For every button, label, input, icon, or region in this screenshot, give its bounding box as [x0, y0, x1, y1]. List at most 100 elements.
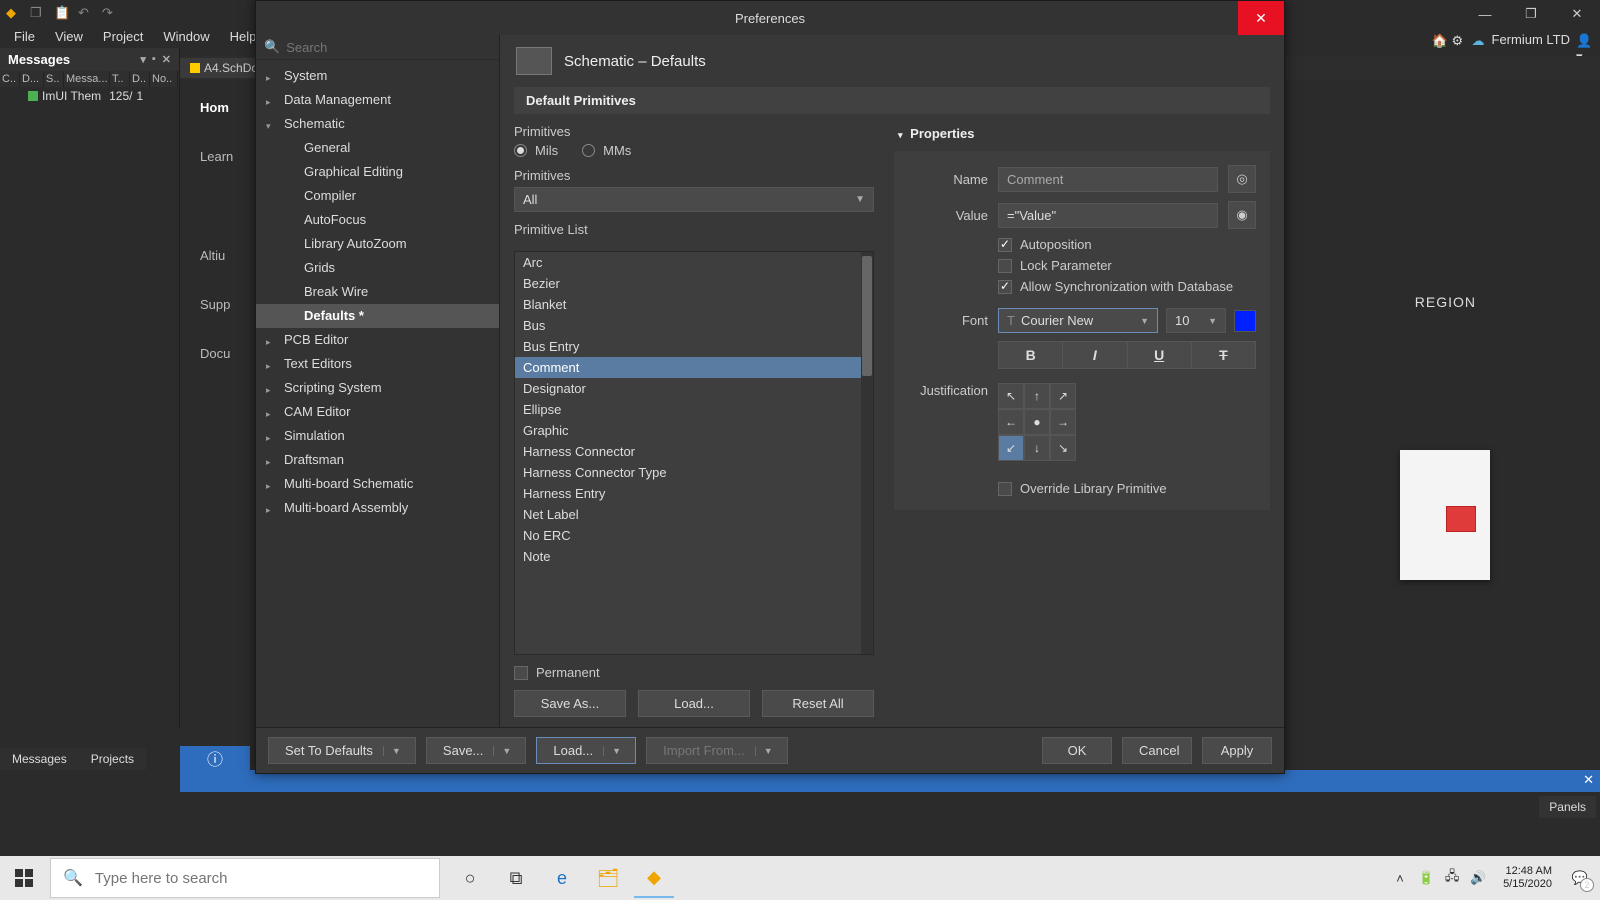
name-input[interactable]: Comment: [998, 167, 1218, 192]
allow-sync-checkbox[interactable]: [998, 280, 1012, 294]
tray-overflow-icon[interactable]: ˄: [1389, 858, 1411, 898]
tree-scripting-system[interactable]: ▸Scripting System: [256, 376, 499, 400]
reset-all-button[interactable]: Reset All: [762, 690, 874, 717]
col-t[interactable]: T..: [110, 71, 130, 87]
tree-data-management[interactable]: ▸Data Management: [256, 88, 499, 112]
set-to-defaults-button[interactable]: Set To Defaults▼: [268, 737, 416, 764]
col-message[interactable]: Messa...: [64, 71, 110, 87]
tree-schematic-autofocus[interactable]: AutoFocus: [256, 208, 499, 232]
just-top-right[interactable]: ↗: [1050, 383, 1076, 409]
tree-multiboard-schematic[interactable]: ▸Multi-board Schematic: [256, 472, 499, 496]
taskbar-clock[interactable]: 12:48 AM 5/15/2020: [1495, 865, 1560, 891]
gear-icon[interactable]: ⚙: [1452, 33, 1466, 47]
search-box[interactable]: 🔍: [256, 35, 499, 60]
radio-mms-input[interactable]: [582, 144, 595, 157]
bottom-tab-projects[interactable]: Projects: [79, 748, 146, 770]
list-item[interactable]: Designator: [515, 378, 873, 399]
footer-save-button[interactable]: Save...▼: [426, 737, 526, 764]
tree-multiboard-assembly[interactable]: ▸Multi-board Assembly: [256, 496, 499, 520]
just-bottom-left[interactable]: ↙: [998, 435, 1024, 461]
edge-icon[interactable]: e: [542, 858, 582, 898]
undo-icon[interactable]: ↶: [78, 5, 92, 19]
info-strip[interactable]: ⓘ: [180, 746, 250, 770]
list-item[interactable]: No ERC: [515, 525, 873, 546]
tree-system[interactable]: ▸System: [256, 64, 499, 88]
permanent-checkbox-row[interactable]: Permanent: [514, 665, 874, 680]
redo-icon[interactable]: ↷: [102, 5, 116, 19]
tree-draftsman[interactable]: ▸Draftsman: [256, 448, 499, 472]
underline-button[interactable]: U: [1127, 341, 1191, 369]
tree-schematic[interactable]: ▾Schematic: [256, 112, 499, 136]
tree-schematic-compiler[interactable]: Compiler: [256, 184, 499, 208]
list-item[interactable]: Ellipse: [515, 399, 873, 420]
list-item[interactable]: Bezier: [515, 273, 873, 294]
allow-sync-row[interactable]: Allow Synchronization with Database: [998, 279, 1256, 294]
menu-file[interactable]: File: [4, 27, 45, 46]
bold-button[interactable]: B: [998, 341, 1062, 369]
lock-parameter-row[interactable]: Lock Parameter: [998, 258, 1256, 273]
list-item-selected[interactable]: Comment: [515, 357, 873, 378]
bottom-tab-messages[interactable]: Messages: [0, 748, 79, 770]
tree-pcb-editor[interactable]: ▸PCB Editor: [256, 328, 499, 352]
banner-close-icon[interactable]: ✕: [1583, 772, 1594, 788]
scrollbar-thumb[interactable]: [862, 256, 872, 376]
taskbar-search[interactable]: 🔍: [50, 858, 440, 898]
radio-mils[interactable]: Mils: [514, 143, 558, 158]
taskbar-search-input[interactable]: [95, 870, 427, 887]
network-icon[interactable]: 🖧: [1441, 858, 1463, 898]
dialog-close-button[interactable]: ✕: [1238, 1, 1284, 35]
list-item[interactable]: Note: [515, 546, 873, 567]
close-button[interactable]: ✕: [1554, 0, 1600, 28]
col-d2[interactable]: D..: [130, 71, 150, 87]
paste-icon[interactable]: 📋: [54, 5, 68, 19]
list-item[interactable]: Bus: [515, 315, 873, 336]
list-item[interactable]: Blanket: [515, 294, 873, 315]
panel-close-icon[interactable]: ✕: [162, 53, 171, 66]
list-item[interactable]: Arc: [515, 252, 873, 273]
footer-load-button[interactable]: Load...▼: [536, 737, 636, 764]
tree-schematic-general[interactable]: General: [256, 136, 499, 160]
italic-button[interactable]: I: [1062, 341, 1126, 369]
copy-icon[interactable]: ❐: [30, 5, 44, 19]
autoposition-checkbox[interactable]: [998, 238, 1012, 252]
col-no[interactable]: No..: [150, 71, 178, 87]
cloud-icon[interactable]: ☁: [1472, 33, 1486, 47]
message-row[interactable]: ImUI Them 125/ 1: [0, 87, 179, 105]
tree-simulation[interactable]: ▸Simulation: [256, 424, 499, 448]
menu-window[interactable]: Window: [153, 27, 219, 46]
just-middle-center[interactable]: ●: [1024, 409, 1050, 435]
tree-schematic-library-autozoom[interactable]: Library AutoZoom: [256, 232, 499, 256]
just-bottom-center[interactable]: ↓: [1024, 435, 1050, 461]
font-color-swatch[interactable]: [1234, 310, 1256, 332]
tree-schematic-graphical-editing[interactable]: Graphical Editing: [256, 160, 499, 184]
list-item[interactable]: Bus Entry: [515, 336, 873, 357]
search-input[interactable]: [286, 40, 491, 55]
nav-altium[interactable]: Altiu: [200, 248, 233, 263]
font-size-select[interactable]: 10 ▼: [1166, 308, 1226, 333]
minimize-button[interactable]: —: [1462, 0, 1508, 28]
tree-cam-editor[interactable]: ▸CAM Editor: [256, 400, 499, 424]
list-scrollbar[interactable]: [861, 252, 873, 654]
list-item[interactable]: Harness Connector Type: [515, 462, 873, 483]
tree-schematic-grids[interactable]: Grids: [256, 256, 499, 280]
name-visibility-button[interactable]: ◎: [1228, 165, 1256, 193]
menu-project[interactable]: Project: [93, 27, 153, 46]
list-item[interactable]: Harness Connector: [515, 441, 873, 462]
col-d[interactable]: D...: [20, 71, 44, 87]
panel-pin-icon[interactable]: ▪: [152, 53, 156, 66]
save-as-button[interactable]: Save As...: [514, 690, 626, 717]
col-c[interactable]: C..: [0, 71, 20, 87]
action-center-icon[interactable]: 💬2: [1560, 858, 1600, 898]
file-explorer-icon[interactable]: 🗂: [588, 858, 628, 898]
panels-button[interactable]: Panels: [1539, 796, 1596, 818]
override-row[interactable]: Override Library Primitive: [998, 481, 1256, 496]
load-button[interactable]: Load...: [638, 690, 750, 717]
lock-parameter-checkbox[interactable]: [998, 259, 1012, 273]
cortana-icon[interactable]: ○: [450, 858, 490, 898]
properties-header[interactable]: ▾ Properties: [894, 124, 1270, 151]
import-from-button[interactable]: Import From...▼: [646, 737, 788, 764]
tree-schematic-break-wire[interactable]: Break Wire: [256, 280, 499, 304]
font-family-select[interactable]: T Courier New ▼: [998, 308, 1158, 333]
col-s[interactable]: S..: [44, 71, 64, 87]
just-bottom-right[interactable]: ↘: [1050, 435, 1076, 461]
